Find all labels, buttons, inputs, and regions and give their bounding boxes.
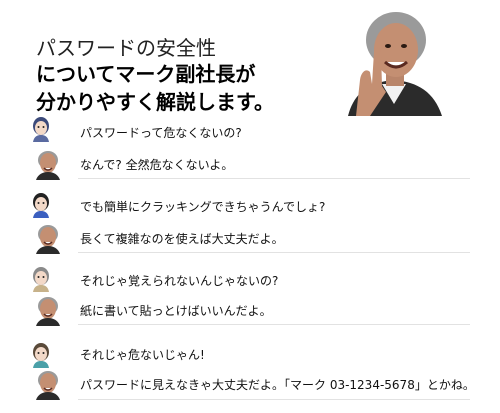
avatar-mark-4 bbox=[34, 370, 62, 400]
message-7: それじゃ危ないじゃん! bbox=[80, 348, 205, 362]
avatar-user-4 bbox=[30, 342, 52, 368]
divider bbox=[78, 252, 470, 253]
avatar-mark-3 bbox=[34, 296, 62, 326]
page-title-line-2: についてマーク副社長が bbox=[36, 62, 256, 86]
message-2: なんで? 全然危なくないよ。 bbox=[80, 158, 234, 172]
avatar-user-1 bbox=[30, 116, 52, 142]
avatar-mark-1 bbox=[34, 150, 62, 180]
divider bbox=[78, 178, 470, 179]
avatar-user-2 bbox=[30, 192, 52, 218]
divider bbox=[78, 324, 470, 325]
message-1: パスワードって危なくないの? bbox=[80, 126, 242, 140]
message-5: それじゃ覚えられないんじゃないの? bbox=[80, 274, 279, 288]
page-title-line-1: パスワードの安全性 bbox=[36, 36, 216, 60]
divider bbox=[78, 399, 470, 400]
message-6: 紙に書いて貼っとけばいいんだよ。 bbox=[80, 304, 272, 318]
page-title-line-3: 分かりやすく解説します。 bbox=[36, 90, 274, 114]
message-4: 長くて複雑なのを使えば大丈夫だよ。 bbox=[80, 232, 284, 246]
avatar-mark-2 bbox=[34, 224, 62, 254]
presenter-photo bbox=[330, 6, 458, 116]
message-8: パスワードに見えなきゃ大丈夫だよ。「マーク 03-1234-5678」とかね。 bbox=[80, 378, 475, 392]
message-3: でも簡単にクラッキングできちゃうんでしょ? bbox=[80, 200, 326, 214]
avatar-user-3 bbox=[30, 266, 52, 292]
